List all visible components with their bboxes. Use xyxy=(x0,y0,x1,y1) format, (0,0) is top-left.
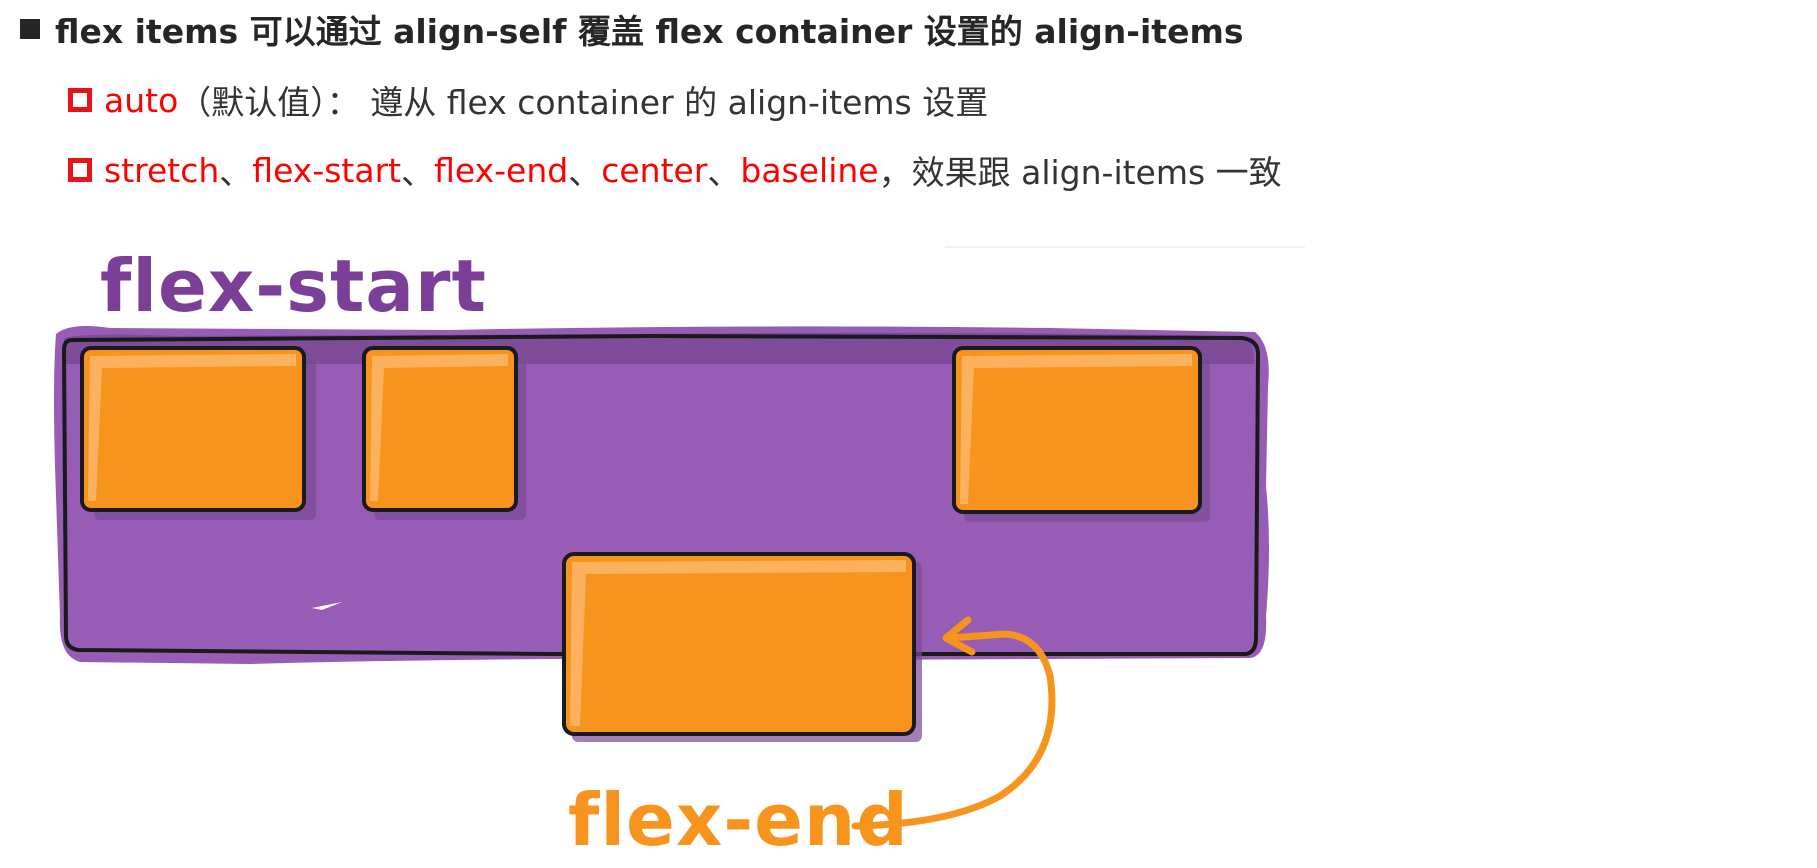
separator: 、 xyxy=(219,153,253,192)
separator: 、 xyxy=(707,153,741,192)
keyword-stretch: stretch xyxy=(104,150,220,190)
illustration-drawing xyxy=(54,326,1269,830)
flex-item-align-self-end xyxy=(562,552,922,742)
bullet-auto: auto （默认值）： 遵从 flex container 的 align-ite… xyxy=(68,78,988,122)
flex-item-2 xyxy=(362,346,526,520)
auto-description: （默认值）： 遵从 flex container 的 align-items 设… xyxy=(178,83,989,122)
separator: 、 xyxy=(568,153,602,192)
sketch-mark xyxy=(1167,673,1179,678)
flex-item-1 xyxy=(80,346,316,520)
keyword-baseline: baseline xyxy=(740,150,879,190)
hollow-square-bullet-icon xyxy=(68,88,92,112)
keyword-flex-start: flex-start xyxy=(252,150,402,190)
align-self-illustration: flex-start flex-end xyxy=(50,236,1305,868)
slide: flex items 可以通过 align-self 覆盖 flex conta… xyxy=(0,0,1817,868)
slide-heading: flex items 可以通过 align-self 覆盖 flex conta… xyxy=(20,6,1243,52)
separator: 、 xyxy=(401,153,435,192)
bullet-values: stretch、 flex-start、 flex-end、 center、 basel… xyxy=(68,148,1282,192)
label-flex-end: flex-end xyxy=(568,778,909,862)
flex-item-3 xyxy=(952,346,1210,522)
hollow-square-bullet-icon xyxy=(68,158,92,182)
label-flex-start: flex-start xyxy=(100,244,487,328)
keyword-flex-end: flex-end xyxy=(434,150,569,190)
square-bullet-icon xyxy=(20,19,40,39)
keyword-auto: auto xyxy=(104,80,179,120)
heading-text: flex items 可以通过 align-self 覆盖 flex conta… xyxy=(55,12,1244,51)
keyword-center: center xyxy=(601,150,708,190)
values-description: ，效果跟 align-items 一致 xyxy=(878,153,1282,192)
